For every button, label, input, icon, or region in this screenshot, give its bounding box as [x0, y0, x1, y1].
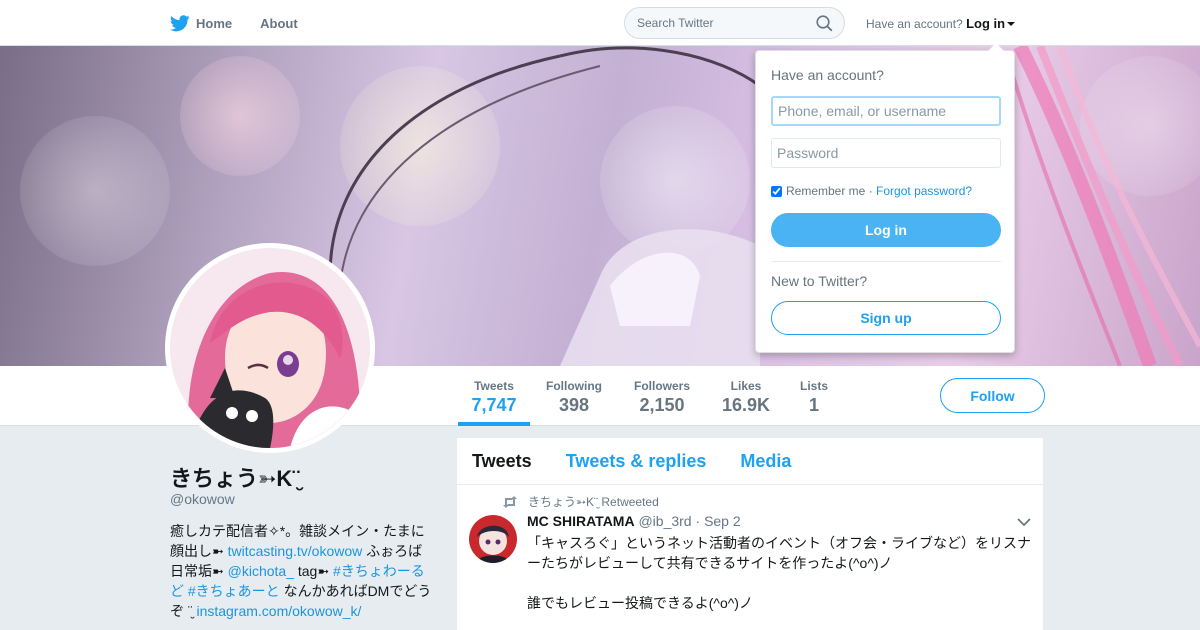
- login-button[interactable]: Log in: [771, 213, 1001, 247]
- follow-button[interactable]: Follow: [940, 378, 1045, 413]
- bio-text: 顔出し➼: [170, 543, 228, 559]
- home-link[interactable]: Home: [170, 14, 233, 32]
- stat-lists[interactable]: Lists 1: [794, 366, 834, 426]
- username-input[interactable]: [771, 96, 1001, 126]
- stat-label: Likes: [730, 379, 762, 393]
- stat-label: Tweets: [474, 379, 514, 393]
- home-link-label: Home: [196, 15, 233, 31]
- search-box: [624, 7, 845, 39]
- retweet-context: きちょう➳K¨̮ Retweeted: [502, 493, 659, 510]
- timeline: Tweets Tweets & replies Media きちょう➳K¨̮ R…: [456, 437, 1044, 630]
- stat-value: 16.9K: [721, 395, 771, 415]
- login-dropdown-label[interactable]: Log in: [966, 16, 1005, 31]
- retweeted-by: きちょう➳K¨̮ Retweeted: [528, 495, 659, 509]
- profile-bio: 癒しカテ配信者✧*。雑談メイン・たまに 顔出し➼ twitcasting.tv/…: [170, 521, 432, 621]
- bio-text: 日常垢➼: [170, 563, 228, 579]
- chevron-down-icon[interactable]: [1017, 518, 1031, 527]
- account-menu[interactable]: Have an account? Log in: [866, 16, 1016, 31]
- search-input[interactable]: [625, 8, 805, 38]
- twitcasting-link[interactable]: twitcasting.tv/okowow: [228, 543, 363, 559]
- timeline-tabs: Tweets Tweets & replies Media: [457, 438, 1043, 485]
- tweet-header: MC SHIRATAMA @ib_3rd · Sep 2: [527, 513, 741, 529]
- divider: [771, 261, 1001, 262]
- bio-text: tag➼: [293, 563, 333, 579]
- mention-link[interactable]: @kichota_: [228, 563, 294, 579]
- stat-value: 1: [808, 395, 819, 415]
- stat-label: Followers: [633, 379, 690, 393]
- stat-following[interactable]: Following 398: [540, 366, 608, 426]
- tweet-date[interactable]: Sep 2: [704, 513, 741, 529]
- remember-separator: ·: [868, 184, 873, 198]
- caret-down-icon: [1007, 22, 1016, 26]
- profile-avatar[interactable]: [165, 243, 375, 453]
- tweet-text: 誰でもレビュー投稿できるよ(^o^)ノ: [527, 595, 753, 611]
- remember-label[interactable]: Remember me: [786, 184, 865, 198]
- nav-left: Home About: [170, 0, 326, 46]
- retweet-icon: [503, 495, 517, 508]
- stat-value: 7,747: [471, 395, 517, 415]
- top-nav: Home About Have an account? Log in: [0, 0, 1200, 46]
- profile-name: きちょう➳K¨̮: [170, 466, 300, 491]
- stat-value: 398: [558, 395, 590, 415]
- tab-tweets[interactable]: Tweets: [472, 451, 532, 472]
- tweet-author-avatar[interactable]: [469, 515, 517, 563]
- stat-followers[interactable]: Followers 2,150: [628, 366, 696, 426]
- tweet-text: 「キャスろぐ」というネット活動者のイベント（オフ会・ライブなど）をリスナーたちが…: [527, 535, 1031, 571]
- stat-label: Lists: [799, 379, 828, 393]
- tweet-author-name[interactable]: MC SHIRATAMA: [527, 513, 635, 529]
- instagram-link[interactable]: instagram.com/okowow_k/: [196, 603, 361, 619]
- avatar-image: [170, 248, 370, 448]
- stat-tweets[interactable]: Tweets 7,747: [458, 366, 530, 426]
- new-to-twitter: New to Twitter?: [771, 273, 868, 289]
- about-link[interactable]: About: [260, 16, 298, 31]
- bio-text: ふぉろば: [362, 543, 423, 559]
- login-dropdown: Have an account? Remember me · Forgot pa…: [755, 43, 1015, 353]
- account-prompt: Have an account?: [866, 17, 963, 31]
- tab-media[interactable]: Media: [740, 451, 791, 472]
- stat-value: 2,150: [639, 395, 685, 415]
- search-icon[interactable]: [816, 15, 833, 32]
- tab-tweets-replies[interactable]: Tweets & replies: [566, 451, 707, 472]
- remember-checkbox[interactable]: [771, 185, 782, 197]
- password-input[interactable]: [771, 138, 1001, 168]
- stat-likes[interactable]: Likes 16.9K: [716, 366, 776, 426]
- remember-row: Remember me · Forgot password?: [771, 184, 972, 198]
- stat-label: Following: [546, 379, 602, 393]
- hashtag-link[interactable]: #きちょあーと: [188, 583, 280, 599]
- about-link-label: About: [260, 15, 298, 31]
- bio-text: 癒しカテ配信者✧*。雑談メイン・たまに: [170, 523, 425, 539]
- tweet-author-handle[interactable]: @ib_3rd: [638, 513, 691, 529]
- tweet-separator: ·: [695, 513, 701, 529]
- profile-handle: @okowow: [170, 491, 235, 507]
- twitter-bird-icon: [170, 14, 190, 31]
- signup-button[interactable]: Sign up: [771, 301, 1001, 335]
- forgot-password-link[interactable]: Forgot password?: [876, 184, 972, 198]
- login-title: Have an account?: [771, 67, 884, 83]
- dropdown-arrow: [988, 43, 1004, 51]
